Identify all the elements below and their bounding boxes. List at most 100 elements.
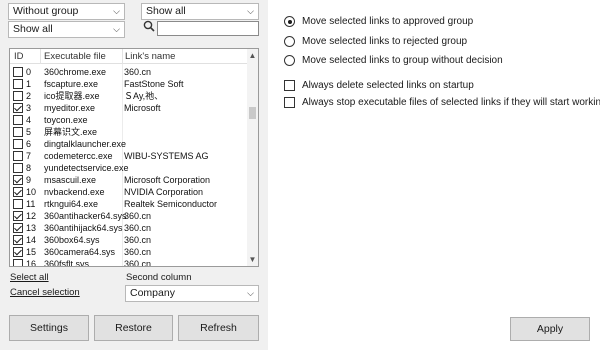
table-row[interactable]: 4 toycon.exe	[10, 114, 248, 126]
row-id: 5	[26, 127, 32, 137]
table-row[interactable]: 12 360antihacker64.sys 360.cn	[10, 210, 248, 222]
row-checkbox[interactable]	[13, 91, 23, 101]
table-row[interactable]: 9 msascuil.exe Microsoft Corporation	[10, 174, 248, 186]
row-link-name: Realtek Semiconductor	[124, 199, 218, 209]
row-link-name: 360.cn	[124, 67, 152, 77]
chevron-down-icon: ⌵	[247, 288, 254, 298]
table-row[interactable]: 10 nvbackend.exe NVIDIA Corporation	[10, 186, 248, 198]
row-checkbox[interactable]	[13, 79, 23, 89]
row-checkbox[interactable]	[13, 259, 23, 266]
row-checkbox[interactable]	[13, 223, 23, 233]
table-row[interactable]: 15 360camera64.sys 360.cn	[10, 246, 248, 258]
row-executable: fscapture.exe	[44, 79, 99, 89]
scope-filter-select[interactable]: Show all ⌵	[8, 21, 125, 38]
row-checkbox[interactable]	[13, 199, 23, 209]
search-icon[interactable]	[143, 20, 155, 32]
row-checkbox[interactable]	[13, 151, 23, 161]
row-id: 6	[26, 139, 32, 149]
row-executable: 360fsflt.sys	[44, 259, 90, 267]
radio-button[interactable]	[284, 55, 295, 66]
cancel-selection-link[interactable]: Cancel selection	[10, 287, 80, 298]
row-executable: 360camera64.sys	[44, 247, 116, 257]
restore-button[interactable]: Restore	[94, 315, 173, 341]
row-id: 7	[26, 151, 32, 161]
search-input[interactable]	[157, 21, 259, 36]
apply-button[interactable]: Apply	[510, 317, 590, 341]
row-executable: 屏幕识文.exe	[44, 127, 98, 137]
chevron-down-icon: ⌵	[247, 6, 254, 16]
header-id[interactable]: ID	[14, 51, 24, 62]
header-link-name[interactable]: Link's name	[125, 51, 175, 62]
select-all-link[interactable]: Select all	[10, 272, 49, 283]
group-filter-select[interactable]: Without group ⌵	[8, 3, 125, 20]
row-checkbox[interactable]	[13, 175, 23, 185]
row-link-name: WIBU-SYSTEMS AG	[124, 151, 209, 161]
row-checkbox[interactable]	[13, 235, 23, 245]
vertical-scrollbar[interactable]: ▲ ▼	[247, 49, 258, 266]
radio-label: Move selected links to approved group	[302, 16, 474, 27]
left-panel: Without group ⌵ Show all ⌵ Show all ⌵ ID…	[0, 0, 268, 350]
row-checkbox[interactable]	[13, 247, 23, 257]
checkbox[interactable]	[284, 80, 295, 91]
row-executable: 360antihacker64.sys	[44, 211, 127, 221]
table-row[interactable]: 3 myeditor.exe Microsoft	[10, 102, 248, 114]
row-id: 4	[26, 115, 32, 125]
table-row[interactable]: 2 ico提取器.exe ＳAy,祂、	[10, 90, 248, 102]
scroll-up-arrow-icon[interactable]: ▲	[248, 51, 257, 60]
table-row[interactable]: 5 屏幕识文.exe	[10, 126, 248, 138]
row-checkbox[interactable]	[13, 103, 23, 113]
row-executable: myeditor.exe	[44, 103, 96, 113]
row-checkbox[interactable]	[13, 187, 23, 197]
row-id: 9	[26, 175, 32, 185]
right-panel: Move selected links to approved group Mov…	[268, 0, 600, 350]
scope-filter-value: Show all	[13, 23, 53, 35]
row-checkbox[interactable]	[13, 163, 23, 173]
row-checkbox[interactable]	[13, 127, 23, 137]
column-divider	[40, 49, 41, 64]
table-row[interactable]: 6 dingtalklauncher.exe	[10, 138, 248, 150]
radio-button[interactable]	[284, 16, 295, 27]
status-filter-value: Show all	[146, 5, 186, 17]
row-link-name: 360.cn	[124, 235, 152, 245]
row-checkbox[interactable]	[13, 139, 23, 149]
table-row[interactable]: 14 360box64.sys 360.cn	[10, 234, 248, 246]
row-id: 13	[26, 223, 37, 233]
checkbox-label: Always stop executable files of selected…	[302, 97, 600, 108]
table-row[interactable]: 0 360chrome.exe 360.cn	[10, 66, 248, 78]
row-id: 14	[26, 235, 37, 245]
links-list[interactable]: ID Executable file Link's name 0 360chrom…	[9, 48, 259, 267]
radio-button[interactable]	[284, 36, 295, 47]
header-executable[interactable]: Executable file	[44, 51, 106, 62]
status-filter-select[interactable]: Show all ⌵	[141, 3, 259, 20]
table-row[interactable]: 16 360fsflt.sys 360.cn	[10, 258, 248, 267]
table-row[interactable]: 8 yundetectservice.exe	[10, 162, 248, 174]
row-id: 0	[26, 67, 32, 77]
radio-label: Move selected links to group without dec…	[302, 55, 503, 66]
row-executable: codemetercc.exe	[44, 151, 113, 161]
row-checkbox[interactable]	[13, 211, 23, 221]
row-link-name: 360.cn	[124, 211, 152, 221]
refresh-button[interactable]: Refresh	[178, 315, 259, 341]
row-link-name: 360.cn	[124, 223, 152, 233]
row-id: 10	[26, 187, 37, 197]
table-row[interactable]: 1 fscapture.exe FastStone Soft	[10, 78, 248, 90]
row-id: 16	[26, 259, 37, 267]
row-executable: ico提取器.exe	[44, 91, 100, 101]
table-row[interactable]: 11 rtkngui64.exe Realtek Semiconductor	[10, 198, 248, 210]
row-link-name: ＳAy,祂、	[124, 91, 164, 101]
group-filter-value: Without group	[13, 5, 79, 17]
row-id: 8	[26, 163, 32, 173]
table-row[interactable]: 7 codemetercc.exe WIBU-SYSTEMS AG	[10, 150, 248, 162]
checkbox[interactable]	[284, 97, 295, 108]
scroll-thumb[interactable]	[249, 107, 256, 119]
row-checkbox[interactable]	[13, 115, 23, 125]
chevron-down-icon: ⌵	[113, 24, 120, 34]
scroll-down-arrow-icon[interactable]: ▼	[248, 255, 257, 264]
list-header: ID Executable file Link's name	[10, 49, 248, 64]
row-executable: 360chrome.exe	[44, 67, 107, 77]
settings-button[interactable]: Settings	[9, 315, 89, 341]
second-column-select[interactable]: Company ⌵	[125, 285, 259, 302]
row-link-name: NVIDIA Corporation	[124, 187, 204, 197]
table-row[interactable]: 13 360antihijack64.sys 360.cn	[10, 222, 248, 234]
row-checkbox[interactable]	[13, 67, 23, 77]
